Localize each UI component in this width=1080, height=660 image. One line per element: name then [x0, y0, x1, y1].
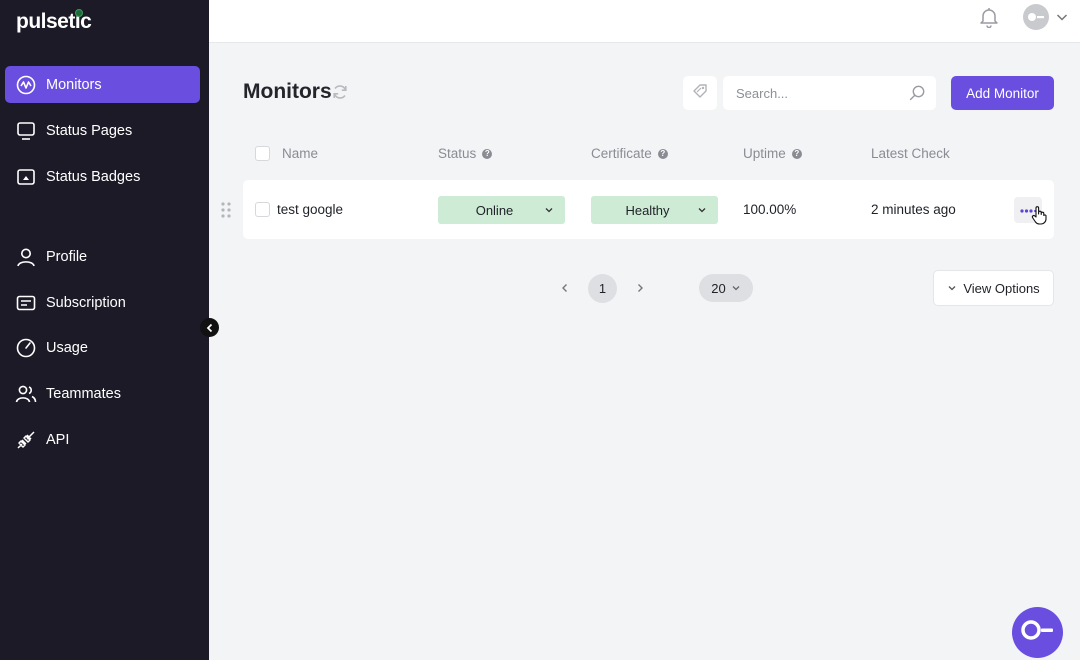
sidebar-item-teammates[interactable]: Teammates [5, 375, 200, 412]
badge-icon [15, 166, 37, 188]
help-icon[interactable]: ? [657, 148, 668, 159]
hand-cursor-icon [1030, 205, 1048, 225]
chevron-down-icon [692, 196, 712, 224]
chevron-down-icon [732, 286, 740, 291]
chevron-left-icon [206, 323, 212, 332]
chevron-right-icon [638, 284, 643, 292]
chevron-left-icon [562, 284, 567, 292]
add-monitor-button[interactable]: Add Monitor [951, 76, 1054, 110]
sidebar-item-api[interactable]: API [5, 421, 200, 458]
sidebar-collapse-button[interactable] [200, 318, 219, 337]
latest-check-value: 2 minutes ago [871, 202, 956, 217]
search-box [723, 76, 936, 110]
column-header-name[interactable]: Name [282, 146, 318, 161]
page-size-value: 20 [711, 280, 726, 296]
chevron-down-icon [539, 196, 559, 224]
chevron-down-icon [948, 286, 956, 291]
display-icon [15, 120, 37, 142]
top-bar [209, 0, 1080, 43]
refresh-icon[interactable] [331, 83, 349, 101]
certificate-dropdown[interactable]: Healthy [591, 196, 718, 224]
sidebar-item-monitors[interactable]: Monitors [5, 66, 200, 103]
sidebar-item-label: Usage [46, 339, 88, 356]
bell-icon[interactable] [978, 6, 1000, 29]
view-options-label: View Options [963, 280, 1040, 296]
column-header-status[interactable]: Status? [438, 146, 493, 161]
user-icon [15, 246, 37, 268]
page-number-button[interactable]: 1 [588, 274, 617, 303]
view-options-button[interactable]: View Options [933, 270, 1054, 306]
row-checkbox[interactable] [255, 202, 270, 217]
sidebar-item-label: Status Pages [46, 122, 133, 139]
sidebar-item-label: Subscription [46, 294, 126, 311]
sidebar-item-usage[interactable]: Usage [5, 329, 200, 366]
next-page-button[interactable] [631, 279, 649, 297]
card-icon [15, 292, 37, 314]
status-dropdown[interactable]: Online [438, 196, 565, 224]
monitor-pulse-icon [15, 74, 37, 96]
chat-icon [1020, 618, 1055, 647]
user-avatar-icon[interactable] [1023, 4, 1049, 30]
search-input[interactable] [723, 76, 893, 110]
sidebar-item-label: API [46, 431, 70, 448]
tag-filter-button[interactable] [683, 76, 717, 110]
chevron-down-icon[interactable] [1055, 10, 1069, 24]
certificate-value: Healthy [625, 202, 670, 218]
column-header-latest-check[interactable]: Latest Check [871, 146, 950, 161]
help-icon[interactable]: ? [482, 148, 493, 159]
page-size-select[interactable]: 20 [699, 274, 753, 302]
sidebar-item-label: Status Badges [46, 168, 141, 185]
sidebar-item-label: Profile [46, 248, 88, 265]
gauge-icon [15, 337, 37, 359]
column-header-certificate[interactable]: Certificate? [591, 146, 668, 161]
sidebar-item-status-pages[interactable]: Status Pages [5, 112, 200, 149]
uptime-value: 100.00% [743, 202, 797, 217]
sidebar-item-profile[interactable]: Profile [5, 238, 200, 275]
sidebar-item-label: Teammates [46, 385, 121, 402]
sidebar-item-status-badges[interactable]: Status Badges [5, 158, 200, 195]
select-all-checkbox[interactable] [255, 146, 270, 161]
plug-icon [15, 429, 37, 451]
logo-dot [75, 9, 83, 17]
support-chat-button[interactable] [1012, 607, 1063, 658]
users-icon [15, 383, 37, 405]
column-header-uptime[interactable]: Uptime? [743, 146, 802, 161]
tag-icon [692, 83, 708, 104]
search-icon[interactable] [908, 84, 926, 102]
sidebar-item-subscription[interactable]: Subscription [5, 284, 200, 321]
monitor-name[interactable]: test google [277, 202, 343, 217]
status-value: Online [475, 202, 514, 218]
previous-page-button[interactable] [556, 279, 574, 297]
drag-handle-icon[interactable] [220, 201, 232, 219]
page-title: Monitors [243, 80, 332, 103]
sidebar: pulsetic Monitors Status Pages Status Ba… [0, 0, 209, 660]
help-icon[interactable]: ? [791, 148, 802, 159]
sidebar-item-label: Monitors [46, 76, 102, 93]
